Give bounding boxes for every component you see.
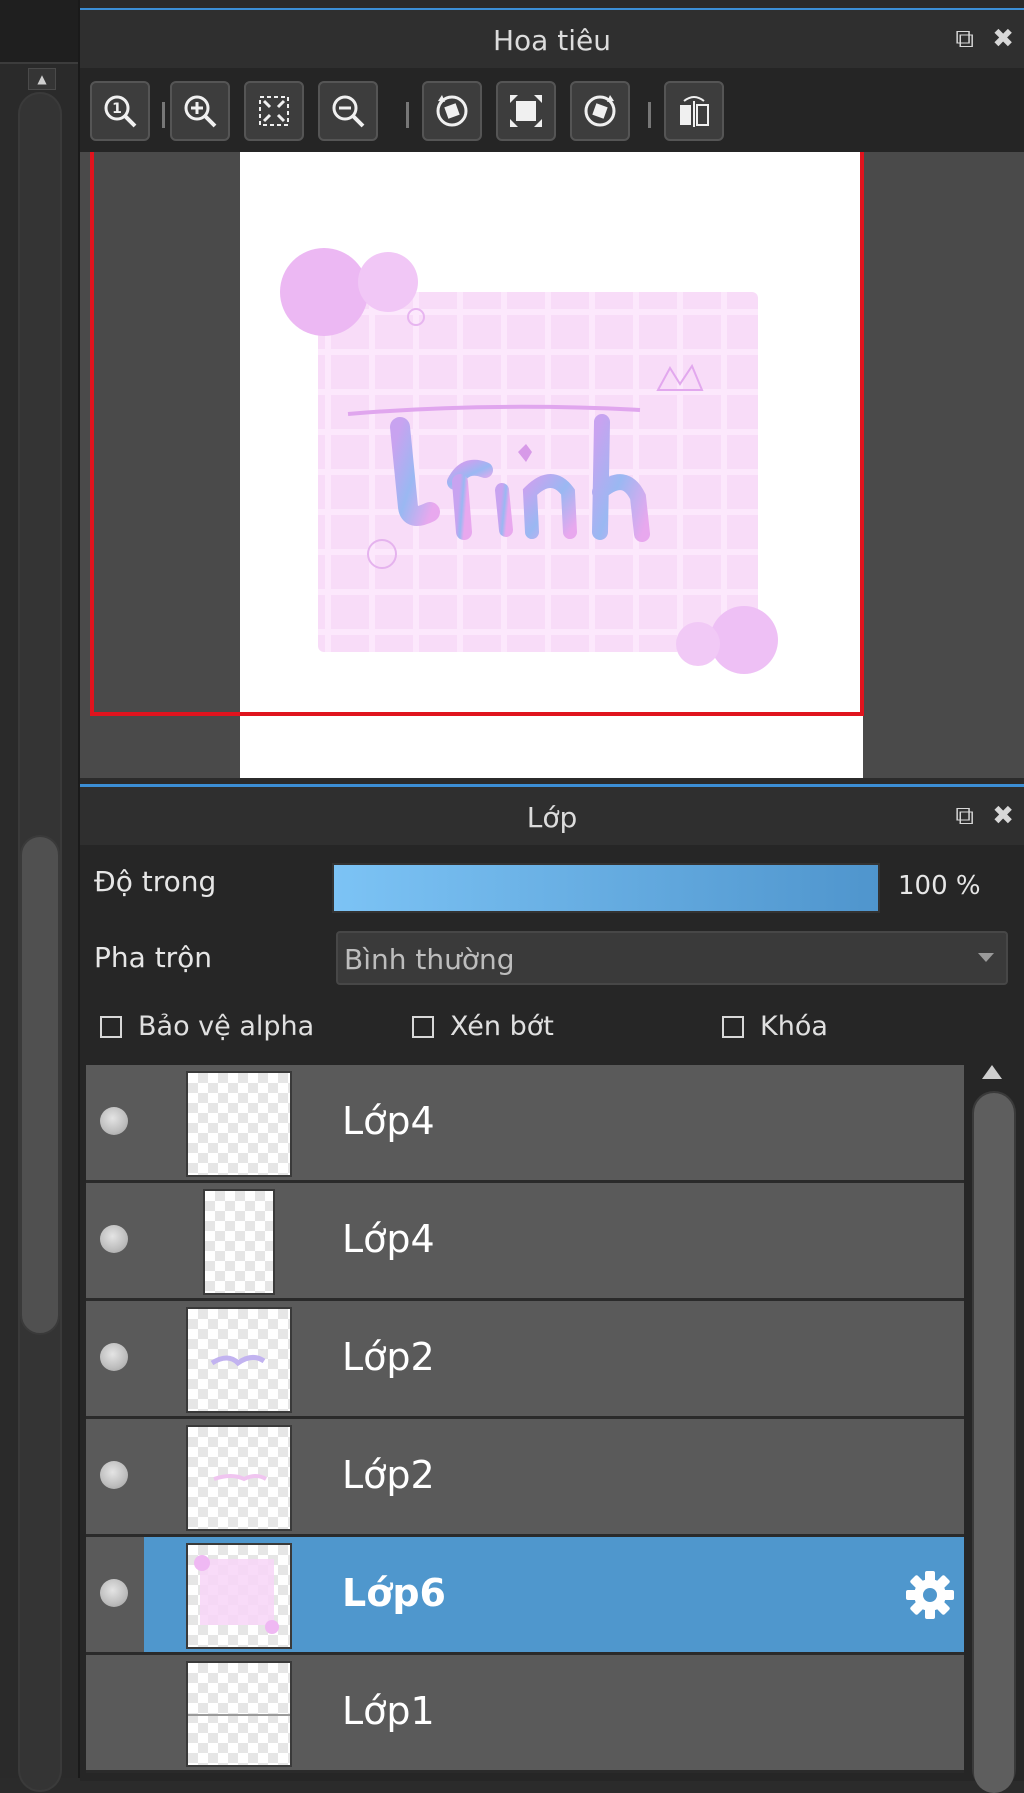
viewport-rectangle[interactable] <box>90 152 864 716</box>
lock-checkbox[interactable]: Khóa <box>722 1011 828 1042</box>
left-scroll-strip: ▲ <box>0 0 78 1792</box>
left-scroll-thumb[interactable] <box>20 835 60 1335</box>
zoom-out-icon <box>332 95 365 128</box>
zoom-in-button[interactable] <box>170 81 230 141</box>
rotate-left-icon <box>436 95 468 127</box>
fit-to-window-button[interactable] <box>244 81 304 141</box>
navigator-preview[interactable] <box>80 152 1024 778</box>
opacity-label: Độ trong <box>94 865 217 898</box>
layer-row[interactable]: Lớp1 <box>86 1655 964 1773</box>
layer-row[interactable]: Lớp2 <box>86 1301 964 1419</box>
popout-icon[interactable]: ⧉ <box>955 24 974 55</box>
navigator-panel: Hoa tiêu ⧉ ✖ 1 <box>80 8 1024 778</box>
blend-mode-select[interactable]: Bình thường <box>336 931 1008 985</box>
layer-thumbnail <box>186 1307 292 1413</box>
fill-window-icon <box>510 95 542 127</box>
alpha-protect-label: Bảo vệ alpha <box>138 1011 315 1042</box>
layer-row[interactable]: Lớp4 <box>86 1065 964 1183</box>
popout-icon[interactable]: ⧉ <box>955 801 974 832</box>
close-icon[interactable]: ✖ <box>992 24 1014 54</box>
checkbox-icon[interactable] <box>412 1015 434 1038</box>
layer-thumbnail <box>186 1425 292 1531</box>
toolbar-separator <box>162 102 165 128</box>
layers-body: Độ trong 100 % Pha trộn Bình thường Bảo … <box>80 845 1024 1793</box>
layer-name: Lớp2 <box>342 1335 435 1379</box>
layer-name: Lớp1 <box>342 1689 435 1733</box>
layers-panel: Lớp ⧉ ✖ Độ trong 100 % Pha trộn Bình thư… <box>80 784 1024 1793</box>
navigator-header: Hoa tiêu ⧉ ✖ <box>80 10 1024 68</box>
layer-thumbnail <box>186 1543 292 1649</box>
navigator-toolbar: 1 <box>80 68 1024 152</box>
layer-name: Lớp4 <box>342 1099 435 1143</box>
layer-thumbnail <box>186 1071 292 1177</box>
opacity-slider[interactable] <box>332 863 880 913</box>
svg-text:1: 1 <box>112 101 122 117</box>
toolbar-separator <box>406 102 409 128</box>
close-icon[interactable]: ✖ <box>992 801 1014 831</box>
zoom-actual-size-button[interactable]: 1 <box>90 81 150 141</box>
zoom-in-icon <box>184 95 217 128</box>
layer-row[interactable]: Lớp2 <box>86 1419 964 1537</box>
alpha-protect-checkbox[interactable]: Bảo vệ alpha <box>100 1011 314 1042</box>
zoom-actual-size-icon: 1 <box>104 95 137 128</box>
flip-horizontal-button[interactable] <box>664 81 724 141</box>
visibility-toggle[interactable] <box>100 1579 128 1607</box>
clipping-label: Xén bớt <box>450 1011 554 1042</box>
layer-name: Lớp4 <box>342 1217 435 1261</box>
visibility-toggle[interactable] <box>100 1107 128 1135</box>
layer-thumbnail <box>186 1661 292 1767</box>
toolbar-separator <box>648 102 651 128</box>
navigator-title: Hoa tiêu <box>493 24 611 57</box>
blend-label: Pha trộn <box>94 941 213 974</box>
layer-row[interactable]: Lớp4 <box>86 1183 964 1301</box>
layers-scroll-thumb[interactable] <box>974 1093 1014 1793</box>
layer-name: Lớp2 <box>342 1453 435 1497</box>
fill-window-button[interactable] <box>496 81 556 141</box>
fit-to-window-icon <box>259 96 289 126</box>
visibility-toggle[interactable] <box>100 1343 128 1371</box>
checkbox-icon[interactable] <box>100 1015 122 1038</box>
lock-label: Khóa <box>760 1011 828 1042</box>
rotate-right-button[interactable] <box>570 81 630 141</box>
left-top-bar <box>0 0 78 64</box>
zoom-out-button[interactable] <box>318 81 378 141</box>
chevron-down-icon <box>978 953 994 962</box>
flip-horizontal-icon <box>680 96 709 127</box>
layers-header: Lớp ⧉ ✖ <box>80 787 1024 845</box>
layers-title: Lớp <box>526 801 578 834</box>
left-scroll-up-icon[interactable]: ▲ <box>28 68 56 90</box>
visibility-toggle[interactable] <box>100 1461 128 1489</box>
rotate-right-icon <box>584 95 616 127</box>
layer-name: Lớp6 <box>342 1571 446 1615</box>
visibility-toggle[interactable] <box>100 1225 128 1253</box>
layer-thumbnail <box>203 1189 275 1295</box>
opacity-value: 100 % <box>898 871 981 901</box>
checkbox-icon[interactable] <box>722 1015 744 1038</box>
layer-row-selected[interactable]: Lớp6 <box>86 1537 964 1655</box>
scroll-up-icon[interactable] <box>982 1065 1002 1079</box>
blend-mode-value: Bình thường <box>344 943 515 976</box>
layer-list: Lớp4 Lớp4 Lớp2 Lớp2 Lớp6 Lớp1 <box>86 1065 964 1785</box>
gear-icon[interactable] <box>902 1567 958 1623</box>
clipping-checkbox[interactable]: Xén bớt <box>412 1011 554 1042</box>
rotate-left-button[interactable] <box>422 81 482 141</box>
